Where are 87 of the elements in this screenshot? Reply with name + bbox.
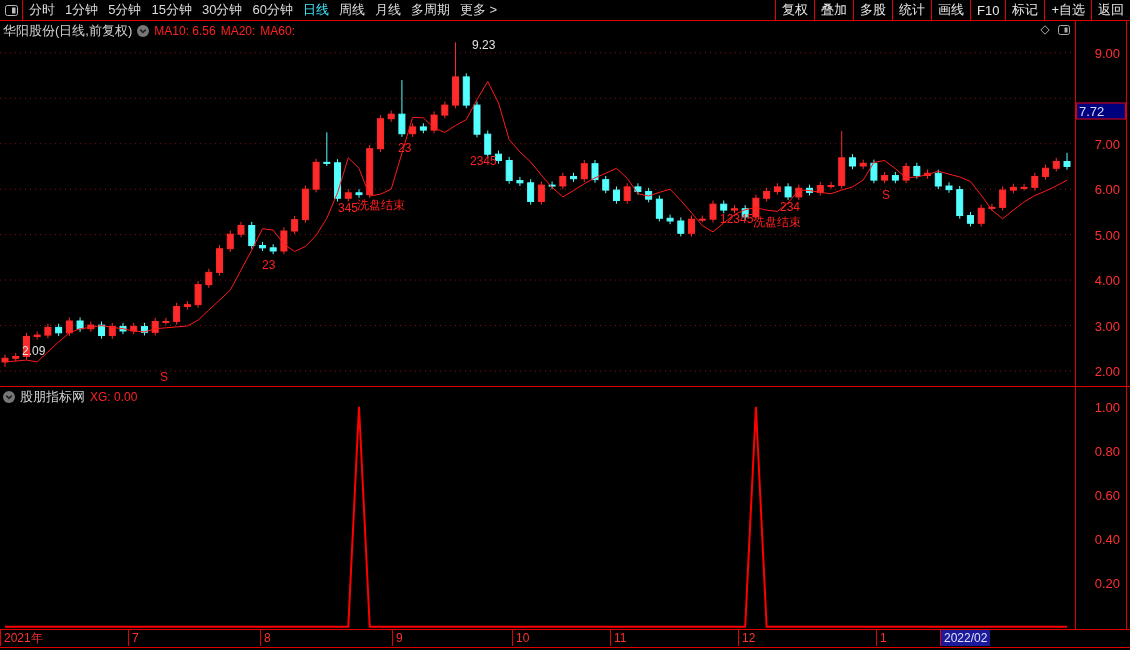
panel-toggle-icon[interactable]: [4, 4, 18, 16]
diamond-icon[interactable]: [1040, 25, 1050, 35]
axis-label: 0.80: [1094, 443, 1120, 459]
period-tab[interactable]: 多周期: [410, 1, 450, 19]
chart-annotation: S: [882, 189, 890, 201]
date-label: 11: [610, 630, 630, 646]
candlestick: [194, 280, 202, 309]
axis-label: 0.60: [1094, 487, 1120, 503]
candlestick: [505, 156, 513, 185]
date-label: 12: [738, 630, 759, 646]
chart-annotation: 9.23: [472, 39, 496, 51]
chart-annotation: 23: [262, 259, 276, 271]
candlestick: [1063, 152, 1071, 171]
candlestick: [623, 182, 631, 205]
chart-annotation: 洗盘结束: [357, 199, 405, 211]
date-label: 1: [876, 630, 890, 646]
period-tab[interactable]: 周线: [338, 1, 365, 19]
candlestick: [248, 221, 256, 250]
axis-label: 1.00: [1094, 399, 1120, 415]
candlestick: [162, 317, 170, 326]
period-tab[interactable]: 1分钟: [65, 1, 99, 19]
period-tab[interactable]: 月线: [374, 1, 401, 19]
axis-label: 5.00: [1094, 227, 1120, 243]
period-tab[interactable]: 更多 >: [459, 1, 498, 19]
candlestick: [527, 178, 535, 206]
candlestick: [205, 268, 213, 289]
chart-annotation: 洗盘结束: [753, 216, 801, 228]
candlestick: [827, 181, 835, 190]
period-tab[interactable]: 15分钟: [151, 1, 192, 19]
current-price-label: 7.72: [1076, 102, 1126, 120]
candlestick: [580, 159, 588, 183]
chart-annotation: 234: [780, 201, 801, 213]
date-label: 8: [260, 630, 274, 646]
candlestick: [216, 244, 224, 277]
date-label: 2022/02: [940, 630, 991, 646]
candlestick: [323, 131, 331, 167]
indicator-value: XG: 0.00: [90, 390, 138, 404]
axis-label: 6.00: [1094, 181, 1120, 197]
moving-average-value: MA60:: [260, 24, 296, 38]
candlestick: [709, 200, 717, 223]
candlestick: [870, 159, 878, 184]
candlestick: [977, 204, 985, 227]
candlestick: [688, 215, 696, 237]
candlestick: [65, 316, 73, 337]
candlestick: [430, 110, 438, 134]
period-tab[interactable]: 60分钟: [252, 1, 293, 19]
period-tab[interactable]: 分时: [29, 1, 55, 19]
axis-label: 7.00: [1094, 136, 1120, 152]
candlestick: [280, 226, 288, 255]
date-label: 10: [512, 630, 533, 646]
date-label: 2021年: [0, 630, 46, 646]
candlestick: [1, 354, 9, 368]
candlestick: [173, 302, 181, 326]
period-tab[interactable]: 30分钟: [201, 1, 243, 19]
chart-annotation: 2345: [470, 155, 497, 167]
panel-toggle-icon[interactable]: [1058, 25, 1070, 35]
candlestick: [945, 181, 953, 194]
moving-average-value: MA10: 6.56: [154, 24, 216, 38]
axis-label: 9.00: [1094, 45, 1120, 61]
candlestick: [291, 215, 299, 235]
period-tab[interactable]: 5分钟: [108, 1, 142, 19]
axis-label: 0.40: [1094, 531, 1120, 547]
candlestick: [484, 130, 492, 158]
dropdown-icon[interactable]: [3, 391, 15, 403]
chart-annotation: 23: [398, 142, 412, 154]
candlestick: [537, 180, 545, 206]
candlestick: [516, 176, 524, 187]
moving-average-value: MA20:: [220, 24, 256, 38]
candlestick: [666, 214, 674, 225]
axis-label: 4.00: [1094, 272, 1120, 288]
candlestick: [999, 185, 1007, 212]
candlestick: [677, 216, 685, 237]
date-label: 9: [392, 630, 406, 646]
period-tab[interactable]: 日线: [302, 1, 329, 19]
candlestick: [355, 188, 363, 199]
date-label: 7: [128, 630, 142, 646]
candlestick: [1020, 183, 1028, 192]
indicator-title: 股朋指标网: [20, 388, 85, 406]
axis-label: 0.20: [1094, 575, 1120, 591]
axis-label: 2.00: [1094, 363, 1120, 379]
candlestick: [226, 230, 234, 253]
candlestick: [655, 195, 663, 222]
chart-annotation: S: [160, 371, 168, 383]
stock-title: 华阳股份(日线,前复权): [3, 22, 133, 40]
candlestick: [398, 79, 406, 138]
axis-label: 3.00: [1094, 318, 1120, 334]
dropdown-icon[interactable]: [137, 25, 150, 37]
